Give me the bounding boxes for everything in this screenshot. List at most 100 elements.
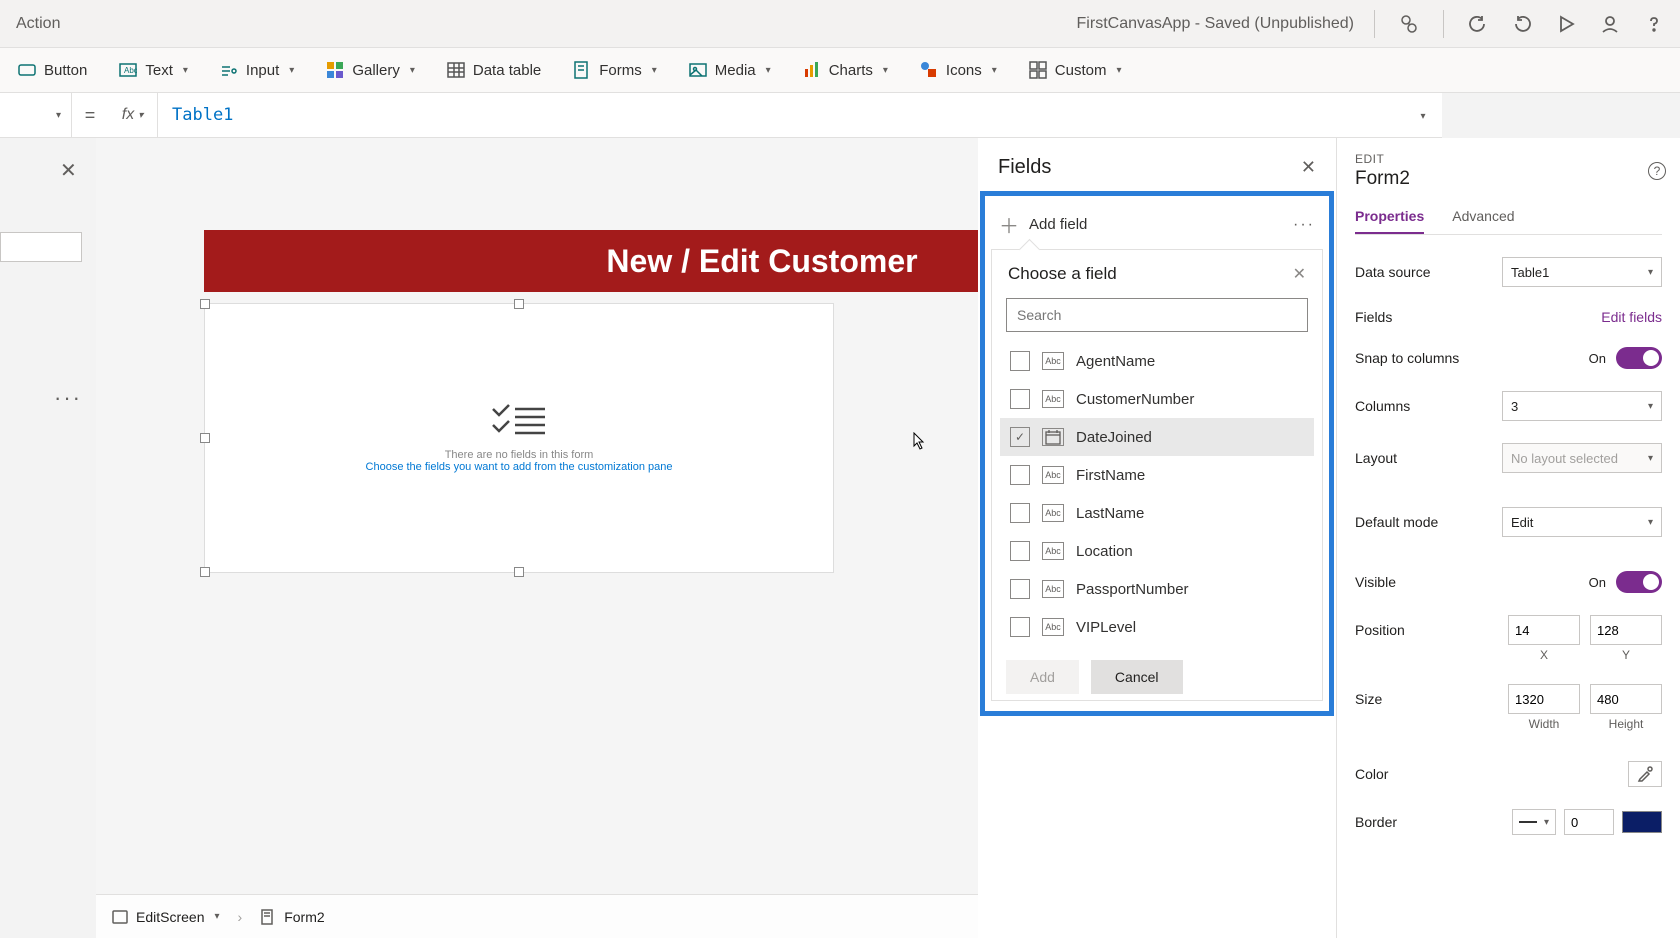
form-small-icon: [260, 909, 276, 925]
choose-field-close-icon[interactable]: ✕: [1293, 264, 1306, 284]
formula-input[interactable]: Table1: [158, 105, 1402, 125]
add-field-label: Add field: [1029, 216, 1283, 233]
empty-form-text1: There are no fields in this form: [445, 449, 594, 461]
tab-properties[interactable]: Properties: [1355, 208, 1424, 234]
ribbon-custom[interactable]: Custom▾: [1023, 57, 1128, 83]
border-label: Border: [1355, 814, 1397, 830]
data-source-select[interactable]: Table1▾: [1502, 257, 1662, 287]
field-item-passportnumber[interactable]: AbcPassportNumber: [1000, 570, 1314, 608]
position-label: Position: [1355, 622, 1405, 638]
calendar-icon: [1042, 428, 1064, 446]
ribbon-icons[interactable]: Icons▾: [914, 57, 1003, 83]
ribbon-input[interactable]: Input▾: [214, 57, 300, 83]
cancel-button[interactable]: Cancel: [1091, 660, 1183, 694]
field-item-viplevel[interactable]: AbcVIPLevel: [1000, 608, 1314, 646]
color-picker-button[interactable]: [1628, 761, 1662, 787]
field-item-label: Location: [1076, 543, 1133, 560]
ribbon-text[interactable]: Abc Text▾: [113, 57, 194, 83]
breadcrumb-form[interactable]: Form2: [260, 909, 324, 925]
ribbon-media[interactable]: Media▾: [683, 57, 777, 83]
text-type-icon: Abc: [1042, 390, 1064, 408]
field-checkbox[interactable]: [1010, 389, 1030, 409]
size-width-input[interactable]: [1508, 684, 1580, 714]
x-sublabel: X: [1508, 648, 1580, 662]
y-sublabel: Y: [1590, 648, 1662, 662]
ribbon-datatable[interactable]: Data table: [441, 57, 547, 83]
ribbon-gallery[interactable]: Gallery▾: [320, 57, 421, 83]
field-search-input[interactable]: [1006, 298, 1308, 332]
formula-expand[interactable]: ▾: [1402, 106, 1442, 124]
title-bar: Action FirstCanvasApp - Saved (Unpublish…: [0, 0, 1680, 48]
fields-panel-header: Fields ✕: [978, 138, 1336, 191]
position-y-input[interactable]: [1590, 615, 1662, 645]
columns-select[interactable]: 3▾: [1502, 391, 1662, 421]
field-checkbox[interactable]: ✓: [1010, 427, 1030, 447]
left-panel-more-icon[interactable]: ···: [54, 385, 82, 411]
ribbon-charts[interactable]: Charts▾: [797, 57, 894, 83]
field-checkbox[interactable]: [1010, 465, 1030, 485]
field-item-customernumber[interactable]: AbcCustomerNumber: [1000, 380, 1314, 418]
field-item-datejoined[interactable]: ✓DateJoined: [1000, 418, 1314, 456]
field-item-location[interactable]: AbcLocation: [1000, 532, 1314, 570]
diagnostics-icon[interactable]: [1399, 14, 1419, 34]
layout-label: Layout: [1355, 450, 1397, 466]
height-sublabel: Height: [1590, 717, 1662, 731]
formula-bar: ▾ = fx▾ Table1 ▾: [0, 93, 1442, 138]
edit-fields-link[interactable]: Edit fields: [1601, 309, 1662, 325]
color-label: Color: [1355, 766, 1388, 782]
insert-ribbon: Button Abc Text▾ Input▾ Gallery▾ Data ta…: [0, 48, 1680, 93]
empty-form-icon: [491, 403, 547, 439]
border-style-select[interactable]: ▾: [1512, 809, 1556, 835]
left-panel-close-icon[interactable]: ✕: [60, 158, 77, 183]
help-icon[interactable]: [1644, 14, 1664, 34]
border-width-input[interactable]: [1564, 809, 1614, 835]
fx-label[interactable]: fx▾: [108, 93, 158, 138]
field-item-label: PassportNumber: [1076, 581, 1189, 598]
form-icon: [573, 61, 591, 79]
property-selector[interactable]: ▾: [0, 93, 72, 138]
snap-toggle[interactable]: [1616, 347, 1662, 369]
fields-panel-close-icon[interactable]: ✕: [1301, 157, 1316, 178]
form-body[interactable]: There are no fields in this form Choose …: [204, 303, 834, 573]
visible-toggle[interactable]: [1616, 571, 1662, 593]
add-field-row[interactable]: ＋ Add field ···: [991, 200, 1323, 249]
snap-label: Snap to columns: [1355, 350, 1459, 366]
panel-help-icon[interactable]: ?: [1648, 162, 1666, 180]
undo-icon[interactable]: [1468, 14, 1488, 34]
field-list: AbcAgentNameAbcCustomerNumber✓DateJoined…: [992, 342, 1322, 646]
default-mode-select[interactable]: Edit▾: [1502, 507, 1662, 537]
action-menu[interactable]: Action: [16, 15, 60, 33]
redo-icon[interactable]: [1512, 14, 1532, 34]
field-checkbox[interactable]: [1010, 579, 1030, 599]
field-checkbox[interactable]: [1010, 541, 1030, 561]
field-checkbox[interactable]: [1010, 503, 1030, 523]
ribbon-forms[interactable]: Forms▾: [567, 57, 663, 83]
field-item-agentname[interactable]: AbcAgentName: [1000, 342, 1314, 380]
ribbon-button[interactable]: Button: [12, 57, 93, 83]
field-item-lastname[interactable]: AbcLastName: [1000, 494, 1314, 532]
custom-icon: [1029, 61, 1047, 79]
text-type-icon: Abc: [1042, 352, 1064, 370]
layout-select[interactable]: No layout selected▾: [1502, 443, 1662, 473]
field-checkbox[interactable]: [1010, 351, 1030, 371]
border-color-swatch[interactable]: [1622, 811, 1662, 833]
user-icon[interactable]: [1600, 14, 1620, 34]
edit-label: EDIT: [1355, 152, 1662, 166]
breadcrumb-editscreen[interactable]: EditScreen ▾: [112, 909, 220, 925]
tab-advanced[interactable]: Advanced: [1452, 208, 1514, 234]
shapes-icon: [920, 61, 938, 79]
choose-field-title: Choose a field: [1008, 264, 1117, 284]
titlebar-actions: [1374, 10, 1664, 38]
text-type-icon: Abc: [1042, 618, 1064, 636]
input-icon: [220, 61, 238, 79]
field-checkbox[interactable]: [1010, 617, 1030, 637]
play-icon[interactable]: [1556, 14, 1576, 34]
position-x-input[interactable]: [1508, 615, 1580, 645]
visible-value: On: [1589, 575, 1606, 590]
size-height-input[interactable]: [1590, 684, 1662, 714]
add-button[interactable]: Add: [1006, 660, 1079, 694]
add-field-more-icon[interactable]: ···: [1293, 216, 1315, 234]
field-item-firstname[interactable]: AbcFirstName: [1000, 456, 1314, 494]
width-sublabel: Width: [1508, 717, 1580, 731]
left-panel-input[interactable]: [0, 232, 82, 262]
